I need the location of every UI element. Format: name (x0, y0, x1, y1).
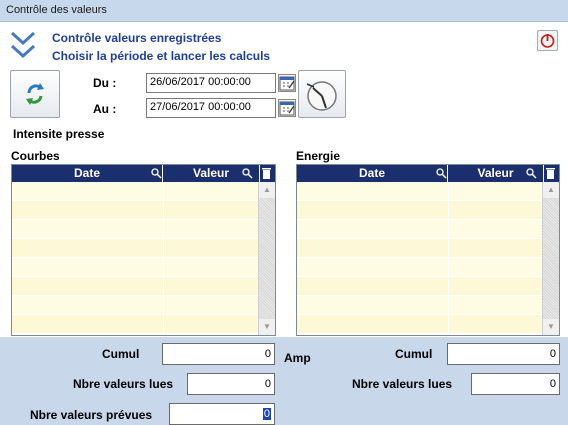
calendar-icon (279, 101, 295, 116)
left-grid-title: Courbes (11, 149, 60, 163)
header-title: Contrôle valeurs enregistrées (52, 31, 222, 45)
left-lues-field[interactable]: 0 (187, 373, 275, 395)
vertical-scrollbar[interactable]: ▲ ▼ (542, 182, 559, 335)
left-lues-label: Nbre valeurs lues (73, 377, 174, 391)
unit-label: Amp (284, 351, 311, 365)
to-date-input[interactable]: 27/06/2017 00:00:00 (146, 98, 276, 118)
courbes-table[interactable]: Date Valeur ▲ ▼ (11, 164, 276, 336)
run-calculation-button[interactable] (298, 70, 346, 118)
calendar-icon (279, 76, 295, 91)
trash-icon[interactable] (544, 165, 558, 182)
right-lues-field[interactable]: 0 (471, 373, 560, 395)
table-row[interactable] (12, 277, 259, 296)
right-lues-label: Nbre valeurs lues (352, 377, 453, 391)
to-label: Au : (93, 102, 117, 116)
section-title: Intensite presse (13, 127, 105, 141)
right-grid-title: Energie (296, 149, 341, 163)
left-prevues-field[interactable]: 0 (169, 403, 275, 425)
table-row[interactable] (12, 239, 259, 258)
table-row[interactable] (297, 315, 543, 334)
close-button[interactable] (537, 30, 558, 51)
from-calendar-button[interactable] (278, 74, 296, 92)
scroll-up-icon[interactable]: ▲ (259, 182, 275, 198)
window-titlebar: Contrôle des valeurs (0, 0, 568, 22)
power-icon (540, 34, 555, 48)
left-cumul-label: Cumul (102, 347, 140, 361)
scroll-up-icon[interactable]: ▲ (543, 182, 559, 198)
search-icon[interactable] (150, 165, 164, 182)
refresh-button[interactable] (10, 70, 60, 118)
table-row[interactable] (297, 258, 543, 277)
right-cumul-field[interactable]: 0 (447, 343, 560, 365)
table-row[interactable] (12, 220, 259, 239)
scroll-down-icon[interactable]: ▼ (543, 319, 559, 335)
table-row[interactable] (297, 201, 543, 220)
vertical-scrollbar[interactable]: ▲ ▼ (258, 182, 275, 335)
header-subtitle: Choisir la période et lancer les calculs (52, 49, 271, 63)
table-header: Date Valeur (12, 165, 275, 182)
scroll-down-icon[interactable]: ▼ (259, 319, 275, 335)
table-header: Date Valeur (297, 165, 559, 182)
table-row[interactable] (297, 220, 543, 239)
search-icon[interactable] (525, 165, 539, 182)
column-header-date[interactable]: Date (12, 165, 163, 182)
window-title: Contrôle des valeurs (6, 4, 107, 16)
table-row[interactable] (297, 182, 543, 201)
from-date-input[interactable]: 26/06/2017 00:00:00 (146, 73, 276, 93)
table-row[interactable] (12, 258, 259, 277)
double-chevron-down-icon (10, 29, 36, 63)
table-row[interactable] (297, 277, 543, 296)
refresh-icon (26, 83, 44, 105)
from-label: Du : (93, 76, 117, 90)
table-row[interactable] (297, 239, 543, 258)
to-calendar-button[interactable] (278, 99, 296, 117)
column-header-date[interactable]: Date (297, 165, 448, 182)
search-icon[interactable] (435, 165, 449, 182)
trash-icon[interactable] (260, 165, 274, 182)
table-row[interactable] (12, 315, 259, 334)
energie-table[interactable]: Date Valeur ▲ ▼ (296, 164, 560, 336)
right-cumul-label: Cumul (395, 347, 433, 361)
table-row[interactable] (12, 201, 259, 220)
table-row[interactable] (12, 296, 259, 315)
table-row[interactable] (297, 296, 543, 315)
search-icon[interactable] (241, 165, 255, 182)
clock-icon (306, 81, 337, 111)
left-cumul-field[interactable]: 0 (162, 343, 275, 365)
left-prevues-label: Nbre valeurs prévues (30, 408, 153, 422)
table-row[interactable] (12, 182, 259, 201)
